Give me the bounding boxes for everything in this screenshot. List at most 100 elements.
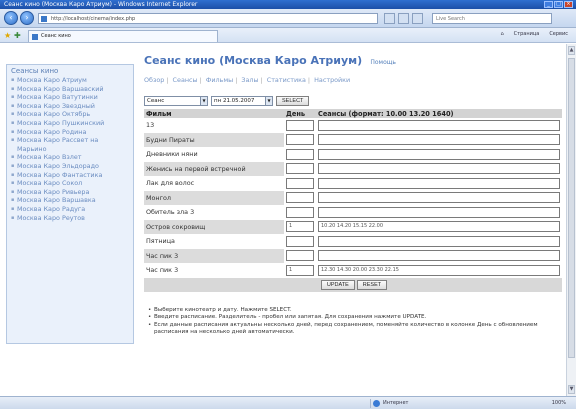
add-favorites-icon[interactable]: ✚: [14, 31, 21, 40]
sessions-input[interactable]: [318, 163, 560, 175]
day-input[interactable]: [286, 206, 314, 218]
address-bar[interactable]: http://localhost/cinema/index.php: [38, 13, 378, 24]
sidebar-item[interactable]: Москва Каро Звездный: [11, 102, 129, 111]
sessions-input[interactable]: [318, 177, 560, 189]
header-film: Фильм: [144, 109, 284, 118]
date-select[interactable]: пн 21.05.2007 ▼: [211, 96, 273, 106]
back-button[interactable]: ‹: [4, 11, 18, 25]
chevron-down-icon: ▼: [200, 97, 207, 105]
sidebar-item[interactable]: Москва Каро Родина: [11, 128, 129, 137]
sidebar-item[interactable]: Москва Каро Эльдорадо: [11, 162, 129, 171]
navigation-bar: ‹ › http://localhost/cinema/index.php Li…: [0, 9, 576, 28]
command-tools[interactable]: Сервис: [549, 31, 568, 37]
link-films[interactable]: Фильмы: [206, 76, 233, 84]
link-statistics[interactable]: Статистика: [267, 76, 306, 84]
sessions-input[interactable]: [318, 148, 560, 160]
chevron-down-icon: ▼: [265, 97, 272, 105]
sessions-input[interactable]: [318, 250, 560, 262]
scroll-down-icon[interactable]: ▼: [568, 385, 575, 394]
table-row: Час пик 3 1 12.30 14.30 20.00 23.30 22.1…: [144, 263, 562, 278]
sidebar-item[interactable]: Москва Каро Пушкинский: [11, 119, 129, 128]
sidebar-item[interactable]: Москва Каро Ривьера: [11, 188, 129, 197]
table-row: Женись на первой встречной: [144, 161, 562, 177]
sessions-input[interactable]: [318, 206, 560, 218]
sidebar-item[interactable]: Москва Каро Сокол: [11, 179, 129, 188]
home-icon[interactable]: ⌂: [500, 31, 503, 37]
close-window-button[interactable]: ×: [564, 1, 573, 8]
tab-label: Сеанс кино: [41, 33, 71, 39]
stop-icon[interactable]: [398, 13, 409, 24]
sidebar-item[interactable]: Москва Каро Рассвет на Марьино: [11, 136, 129, 153]
day-input[interactable]: [286, 250, 314, 262]
page-title: Сеанс кино (Москва Каро Атриум): [144, 54, 363, 67]
sidebar-item[interactable]: Москва Каро Варшавский: [11, 85, 129, 94]
command-bar: ⌂ Страница Сервис: [500, 31, 568, 37]
maximize-button[interactable]: □: [554, 1, 563, 8]
day-input[interactable]: [286, 134, 314, 146]
schedule-table: Фильм День Сеансы (формат: 10.00 13.20 1…: [144, 109, 562, 293]
table-row: Остров сокровищ 1 10.20 14.20 15.15 22.0…: [144, 219, 562, 235]
nav-icons: [384, 13, 423, 24]
day-input[interactable]: 1: [286, 221, 314, 233]
scrollbar-thumb[interactable]: [568, 58, 575, 358]
day-input[interactable]: [286, 235, 314, 247]
globe-icon: [373, 400, 380, 407]
sessions-input[interactable]: [318, 192, 560, 204]
note-item: Выберите кинотеатр и дату. Нажмите SELEC…: [148, 307, 562, 315]
sidebar-item[interactable]: Москва Каро Атриум: [11, 76, 129, 85]
scroll-up-icon[interactable]: ▲: [568, 46, 575, 55]
refresh-icon[interactable]: [384, 13, 395, 24]
zoom-label: 100%: [551, 400, 566, 406]
film-name: Женись на первой встречной: [144, 161, 284, 177]
sidebar-item[interactable]: Москва Каро Варшавка: [11, 196, 129, 205]
search-placeholder: Live Search: [436, 16, 465, 22]
search-input[interactable]: Live Search: [432, 13, 552, 24]
sidebar-item[interactable]: Москва Каро Фантастика: [11, 171, 129, 180]
table-row: Час пик 3: [144, 248, 562, 264]
day-input[interactable]: [286, 148, 314, 160]
sidebar-item[interactable]: Москва Каро Октябрь: [11, 110, 129, 119]
cinema-select[interactable]: Сеанс ▼: [144, 96, 208, 106]
table-row: Будни Пираты: [144, 132, 562, 148]
reset-button[interactable]: RESET: [356, 280, 388, 291]
window-titlebar: Сеанс кино (Москва Каро Атриум) - Window…: [0, 0, 576, 9]
help-link[interactable]: Помощь: [370, 59, 396, 66]
day-input[interactable]: [286, 192, 314, 204]
day-input[interactable]: 1: [286, 264, 314, 276]
table-row: Монгол: [144, 190, 562, 206]
browser-tab[interactable]: Сеанс кино: [28, 30, 218, 42]
sidebar-item[interactable]: Москва Каро Радуга: [11, 205, 129, 214]
link-sessions[interactable]: Сеансы: [173, 76, 198, 84]
section-links: Обзор | Сеансы | Фильмы | Залы | Статистика |…: [144, 76, 351, 84]
film-name: Монгол: [144, 190, 284, 206]
sessions-input[interactable]: [318, 134, 560, 146]
update-button[interactable]: UPDATE: [320, 280, 355, 291]
day-input[interactable]: [286, 163, 314, 175]
day-input[interactable]: [286, 177, 314, 189]
sessions-input[interactable]: 12.30 14.30 20.00 23.30 22.15: [318, 264, 560, 276]
table-actions-row: UPDATE RESET: [144, 277, 562, 293]
status-bar: Интернет 100%: [0, 396, 576, 409]
link-overview[interactable]: Обзор: [144, 76, 164, 84]
select-button[interactable]: SELECT: [276, 96, 310, 106]
sessions-input[interactable]: 10.20 14.20 15.15 22.00: [318, 221, 560, 233]
forward-button[interactable]: ›: [20, 11, 34, 25]
table-row: 13: [144, 118, 562, 133]
day-input[interactable]: [286, 119, 314, 131]
link-settings[interactable]: Настройки: [314, 76, 350, 84]
sessions-input[interactable]: [318, 235, 560, 247]
sidebar-item[interactable]: Москва Каро Реутов: [11, 214, 129, 223]
zoom-level[interactable]: 100%: [552, 399, 566, 408]
vertical-scrollbar[interactable]: ▲ ▼: [566, 44, 576, 396]
favorites-star-icon[interactable]: ★: [4, 31, 11, 40]
sidebar-item[interactable]: Москва Каро Ватутинки: [11, 93, 129, 102]
film-name: Будни Пираты: [144, 132, 284, 148]
go-icon[interactable]: [412, 13, 423, 24]
header-day: День: [284, 109, 316, 118]
sidebar-item[interactable]: Москва Каро Взлет: [11, 153, 129, 162]
minimize-button[interactable]: _: [544, 1, 553, 8]
sessions-input[interactable]: [318, 119, 560, 131]
link-halls[interactable]: Залы: [241, 76, 258, 84]
command-page[interactable]: Страница: [514, 31, 540, 37]
page-content: Сеансы кино Москва Каро Атриум Москва Ка…: [0, 44, 566, 396]
